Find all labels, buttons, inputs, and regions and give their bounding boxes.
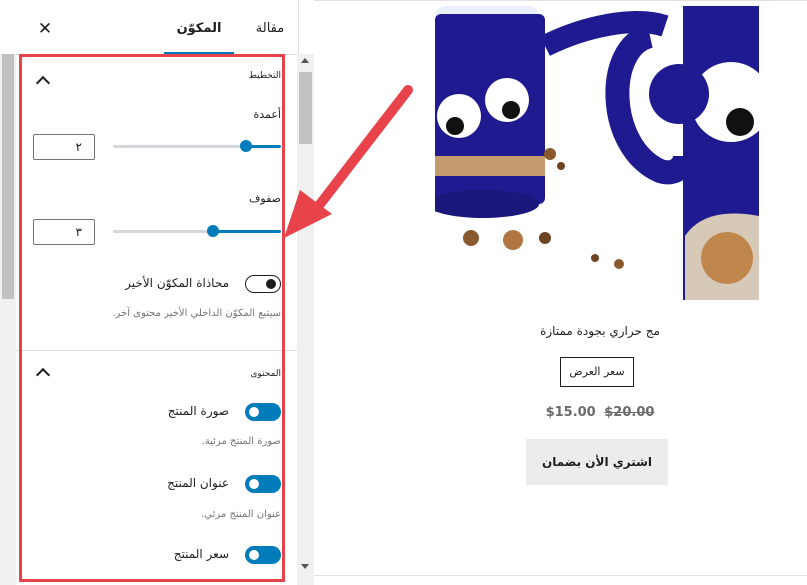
columns-label: أعمدة [253, 108, 281, 121]
rows-label: صفوف [249, 192, 281, 205]
sidebar-tabs: ✕ المكوّن مقالة [0, 0, 298, 55]
buy-button[interactable]: اشتري الأن بضمان [526, 439, 668, 485]
old-price: $20.00 [604, 405, 655, 420]
sale-badge: سعر العرض [560, 357, 634, 387]
block-settings-panel: التخطيط أعمدة ٢ صفوف ٣ محاذاة المكوّن ال… [16, 55, 297, 585]
columns-input[interactable]: ٢ [33, 134, 95, 160]
columns-slider[interactable] [113, 140, 281, 152]
layout-panel-title[interactable]: التخطيط [249, 71, 281, 81]
product-title[interactable]: مج حراري بجودة ممتازة [480, 324, 720, 338]
toggle-knob [266, 279, 276, 289]
content-panel-title[interactable]: المحتوى [250, 369, 281, 379]
left-scrollbar[interactable] [0, 54, 16, 585]
scroll-down-icon[interactable] [301, 564, 309, 569]
chevron-up-icon[interactable] [35, 367, 51, 383]
chevron-up-icon[interactable] [35, 75, 51, 91]
annotation-arrow-icon [284, 85, 413, 238]
toggle-knob [249, 550, 259, 560]
tab-block[interactable]: المكوّن [164, 0, 234, 55]
product-image-help: صورة المنتج مرئية. [201, 436, 281, 447]
columns-slider-thumb[interactable] [240, 140, 252, 152]
align-last-help: سيتبع المكوّن الداخلي الأخير محتوى آخر. [112, 308, 281, 319]
product-price-label: سعر المنتج [173, 547, 229, 561]
product-image-label: صورة المنتج [167, 404, 229, 418]
rows-slider-thumb[interactable] [207, 225, 219, 237]
current-price: $15.00 [545, 405, 596, 420]
rows-slider-fill [212, 230, 281, 233]
preview-bottom-border [314, 575, 807, 576]
preview-top-border [314, 0, 807, 1]
product-image[interactable] [435, 6, 759, 300]
left-scrollbar-thumb[interactable] [2, 54, 14, 299]
toggle-knob [249, 479, 259, 489]
product-title-label: عنوان المنتج [167, 476, 229, 490]
scroll-up-icon[interactable] [301, 58, 309, 63]
product-price-toggle[interactable] [245, 546, 281, 564]
tab-post[interactable]: مقالة [244, 0, 296, 54]
mug-illustration [435, 6, 759, 300]
close-icon[interactable]: ✕ [34, 18, 56, 40]
toggle-knob [249, 407, 259, 417]
product-title-toggle[interactable] [245, 475, 281, 493]
settings-sidebar: ✕ المكوّن مقالة التخطيط أعمدة ٢ صفوف ٣ م… [0, 0, 314, 585]
rows-slider[interactable] [113, 225, 281, 237]
panel-divider [16, 350, 297, 351]
rows-input[interactable]: ٣ [33, 219, 95, 245]
price-row: $15.00 $20.00 [480, 405, 720, 420]
align-last-label: محاذاة المكوّن الأخير [125, 276, 229, 290]
align-last-toggle[interactable] [245, 275, 281, 293]
product-image-toggle[interactable] [245, 403, 281, 421]
product-title-help: عنوان المنتج مرئي. [201, 509, 281, 520]
